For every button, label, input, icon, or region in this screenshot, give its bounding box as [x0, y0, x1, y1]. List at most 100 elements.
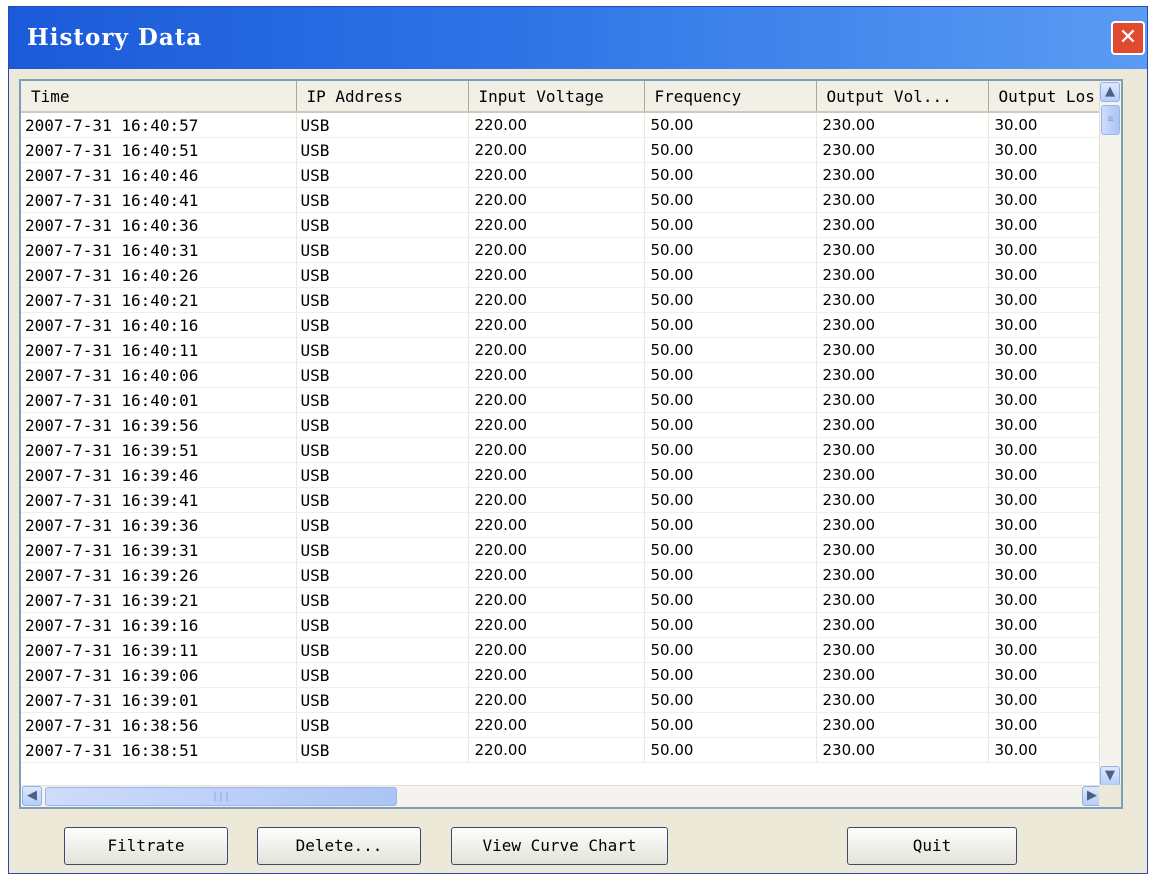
cell-input-voltage: 220.00 — [468, 212, 645, 238]
cell-ip-address: USB — [296, 362, 469, 388]
cell-output-load: 30.00 — [988, 287, 1104, 313]
view-curve-chart-button[interactable]: View Curve Chart — [451, 827, 668, 865]
table-row[interactable]: 2007-7-31 16:39:41 USB 220.00 50.00 230.00 30… — [21, 487, 1104, 513]
cell-time: 2007-7-31 16:39:41 — [21, 487, 297, 513]
column-header-output-voltage[interactable]: Output Vol... — [816, 81, 989, 113]
cell-output-voltage: 230.00 — [816, 712, 989, 738]
column-header-time[interactable]: Time — [21, 81, 297, 113]
filtrate-button[interactable]: Filtrate — [64, 827, 228, 865]
cell-input-voltage: 220.00 — [468, 562, 645, 588]
table-row[interactable]: 2007-7-31 16:39:31 USB 220.00 50.00 230.00 30… — [21, 537, 1104, 563]
cell-time: 2007-7-31 16:39:26 — [21, 562, 297, 588]
cell-ip-address: USB — [296, 662, 469, 688]
cell-frequency: 50.00 — [644, 137, 817, 163]
cell-frequency: 50.00 — [644, 337, 817, 363]
cell-time: 2007-7-31 16:39:06 — [21, 662, 297, 688]
scroll-left-button[interactable]: ◀ — [22, 786, 42, 806]
horizontal-scroll-thumb[interactable]: ||| — [45, 787, 397, 806]
column-header-output-load[interactable]: Output Los — [988, 81, 1104, 113]
cell-input-voltage: 220.00 — [468, 237, 645, 263]
cell-output-voltage: 230.00 — [816, 612, 989, 638]
cell-input-voltage: 220.00 — [468, 312, 645, 338]
cell-output-load: 30.00 — [988, 712, 1104, 738]
delete-button[interactable]: Delete... — [257, 827, 421, 865]
scroll-down-button[interactable]: ▼ — [1100, 766, 1120, 786]
cell-input-voltage: 220.00 — [468, 362, 645, 388]
column-header-frequency[interactable]: Frequency — [644, 81, 817, 113]
cell-input-voltage: 220.00 — [468, 287, 645, 313]
table-body: 2007-7-31 16:40:57 USB 220.00 50.00 230.00 30… — [21, 112, 1104, 763]
table-row[interactable]: 2007-7-31 16:40:46 USB 220.00 50.00 230.00 30… — [21, 162, 1104, 188]
vertical-scroll-thumb[interactable]: ≡ — [1101, 105, 1120, 135]
vertical-scrollbar[interactable]: ▲ ≡ ▼ — [1099, 81, 1121, 787]
quit-button[interactable]: Quit — [847, 827, 1017, 865]
cell-time: 2007-7-31 16:39:16 — [21, 612, 297, 638]
table-row[interactable]: 2007-7-31 16:39:06 USB 220.00 50.00 230.00 30… — [21, 662, 1104, 688]
cell-output-load: 30.00 — [988, 537, 1104, 563]
table-row[interactable]: 2007-7-31 16:39:46 USB 220.00 50.00 230.00 30… — [21, 462, 1104, 488]
table-row[interactable]: 2007-7-31 16:40:31 USB 220.00 50.00 230.00 30… — [21, 237, 1104, 263]
table-row[interactable]: 2007-7-31 16:40:26 USB 220.00 50.00 230.00 30… — [21, 262, 1104, 288]
table-row[interactable]: 2007-7-31 16:39:36 USB 220.00 50.00 230.00 30… — [21, 512, 1104, 538]
cell-output-voltage: 230.00 — [816, 387, 989, 413]
cell-frequency: 50.00 — [644, 512, 817, 538]
cell-input-voltage: 220.00 — [468, 712, 645, 738]
cell-time: 2007-7-31 16:38:56 — [21, 712, 297, 738]
table-row[interactable]: 2007-7-31 16:40:41 USB 220.00 50.00 230.00 30… — [21, 187, 1104, 213]
table-row[interactable]: 2007-7-31 16:39:26 USB 220.00 50.00 230.00 30… — [21, 562, 1104, 588]
table-row[interactable]: 2007-7-31 16:38:56 USB 220.00 50.00 230.00 30… — [21, 712, 1104, 738]
table-row[interactable]: 2007-7-31 16:39:21 USB 220.00 50.00 230.00 30… — [21, 587, 1104, 613]
cell-ip-address: USB — [296, 312, 469, 338]
cell-time: 2007-7-31 16:40:31 — [21, 237, 297, 263]
cell-input-voltage: 220.00 — [468, 412, 645, 438]
cell-frequency: 50.00 — [644, 737, 817, 763]
cell-input-voltage: 220.00 — [468, 687, 645, 713]
cell-input-voltage: 220.00 — [468, 737, 645, 763]
table-row[interactable]: 2007-7-31 16:39:56 USB 220.00 50.00 230.00 30… — [21, 412, 1104, 438]
cell-input-voltage: 220.00 — [468, 537, 645, 563]
table-row[interactable]: 2007-7-31 16:40:01 USB 220.00 50.00 230.00 30… — [21, 387, 1104, 413]
cell-frequency: 50.00 — [644, 562, 817, 588]
column-header-ip-address[interactable]: IP Address — [296, 81, 469, 113]
table-row[interactable]: 2007-7-31 16:40:57 USB 220.00 50.00 230.00 30… — [21, 112, 1104, 138]
table-row[interactable]: 2007-7-31 16:38:51 USB 220.00 50.00 230.00 30… — [21, 737, 1104, 763]
cell-frequency: 50.00 — [644, 387, 817, 413]
column-header-input-voltage[interactable]: Input Voltage — [468, 81, 645, 113]
cell-output-load: 30.00 — [988, 612, 1104, 638]
table-row[interactable]: 2007-7-31 16:39:16 USB 220.00 50.00 230.00 30… — [21, 612, 1104, 638]
table-row[interactable]: 2007-7-31 16:39:11 USB 220.00 50.00 230.00 30… — [21, 637, 1104, 663]
table-row[interactable]: 2007-7-31 16:40:06 USB 220.00 50.00 230.00 30… — [21, 362, 1104, 388]
scroll-up-button[interactable]: ▲ — [1100, 82, 1120, 102]
table-row[interactable]: 2007-7-31 16:40:16 USB 220.00 50.00 230.00 30… — [21, 312, 1104, 338]
table-row[interactable]: 2007-7-31 16:39:01 USB 220.00 50.00 230.00 30… — [21, 687, 1104, 713]
cell-output-load: 30.00 — [988, 187, 1104, 213]
table-row[interactable]: 2007-7-31 16:40:51 USB 220.00 50.00 230.00 30… — [21, 137, 1104, 163]
cell-output-load: 30.00 — [988, 137, 1104, 163]
cell-ip-address: USB — [296, 412, 469, 438]
cell-time: 2007-7-31 16:39:51 — [21, 437, 297, 463]
table-row[interactable]: 2007-7-31 16:39:51 USB 220.00 50.00 230.00 30… — [21, 437, 1104, 463]
cell-frequency: 50.00 — [644, 212, 817, 238]
horizontal-scrollbar[interactable]: ◀ ||| ▶ — [21, 785, 1103, 807]
table-row[interactable]: 2007-7-31 16:40:21 USB 220.00 50.00 230.00 30… — [21, 287, 1104, 313]
title-bar[interactable]: History Data ✕ — [9, 7, 1147, 69]
cell-input-voltage: 220.00 — [468, 337, 645, 363]
cell-time: 2007-7-31 16:39:46 — [21, 462, 297, 488]
table-row[interactable]: 2007-7-31 16:40:11 USB 220.00 50.00 230.00 30… — [21, 337, 1104, 363]
cell-output-voltage: 230.00 — [816, 362, 989, 388]
cell-time: 2007-7-31 16:40:57 — [21, 112, 297, 138]
close-button[interactable]: ✕ — [1111, 21, 1145, 55]
cell-time: 2007-7-31 16:40:26 — [21, 262, 297, 288]
cell-output-load: 30.00 — [988, 462, 1104, 488]
cell-input-voltage: 220.00 — [468, 112, 645, 138]
cell-output-voltage: 230.00 — [816, 512, 989, 538]
table-header-row: Time IP Address Input Voltage Frequency … — [21, 81, 1104, 113]
cell-ip-address: USB — [296, 437, 469, 463]
cell-time: 2007-7-31 16:39:36 — [21, 512, 297, 538]
cell-input-voltage: 220.00 — [468, 262, 645, 288]
cell-frequency: 50.00 — [644, 287, 817, 313]
cell-output-load: 30.00 — [988, 387, 1104, 413]
cell-ip-address: USB — [296, 487, 469, 513]
cell-output-voltage: 230.00 — [816, 662, 989, 688]
table-row[interactable]: 2007-7-31 16:40:36 USB 220.00 50.00 230.00 30… — [21, 212, 1104, 238]
